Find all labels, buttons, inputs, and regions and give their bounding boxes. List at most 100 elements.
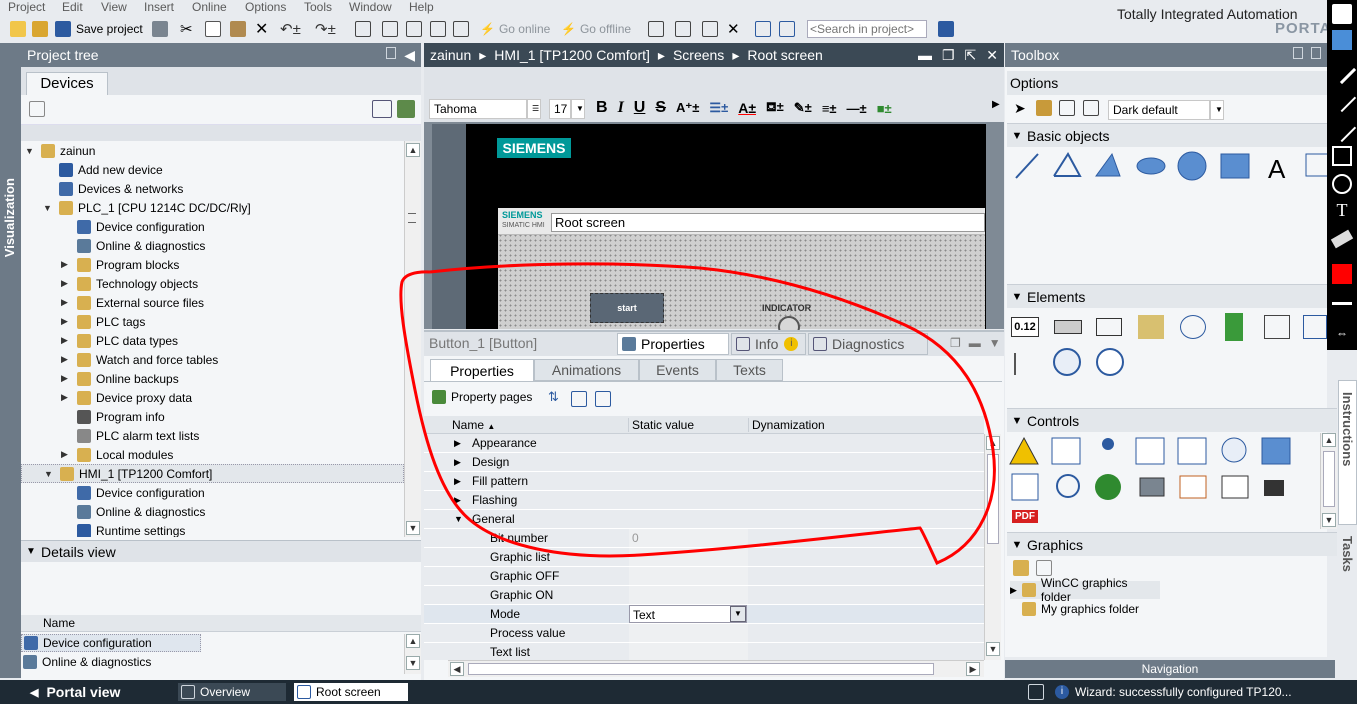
tab-properties[interactable]: Properties	[430, 359, 534, 381]
go-offline-button[interactable]: ⚡ Go offline	[561, 20, 631, 38]
expand-icon[interactable]: ▶	[61, 392, 71, 403]
taskbar-root-screen[interactable]: Root screen	[294, 683, 408, 701]
property-dynamization[interactable]	[749, 643, 984, 660]
sm-table-icon[interactable]	[1179, 475, 1207, 499]
property-value[interactable]	[629, 548, 748, 566]
property-dynamization[interactable]	[749, 491, 984, 509]
panel-pin-icon[interactable]	[1311, 47, 1321, 59]
tab-devices[interactable]: Devices	[26, 72, 108, 96]
sidetab-instructions[interactable]: Instructions	[1340, 392, 1355, 466]
property-row[interactable]: Mode Text ▼	[424, 605, 984, 624]
scroll-thumb[interactable]	[987, 454, 999, 544]
collapse-icon[interactable]: ▼	[454, 514, 463, 524]
download-icon[interactable]	[382, 21, 398, 37]
diagnostics-view-icon[interactable]	[1056, 474, 1080, 498]
tree-item[interactable]: ▶ Device proxy data	[21, 388, 404, 407]
visualization-sidetab[interactable]: Visualization	[0, 43, 21, 678]
button-element-icon[interactable]	[1054, 320, 1082, 334]
copy-icon[interactable]	[205, 21, 221, 37]
expand-icon[interactable]: ▶	[61, 354, 71, 365]
graphic-io-icon[interactable]	[1138, 315, 1164, 339]
symbol-library-icon[interactable]	[1303, 315, 1327, 339]
property-row[interactable]: Text list	[424, 643, 984, 660]
bar-icon[interactable]	[1225, 313, 1243, 341]
menu-online[interactable]: Online	[192, 0, 227, 14]
tree-item[interactable]: ▼ PLC_1 [CPU 1214C DC/DC/Rly]	[21, 198, 404, 217]
collapse-left-icon[interactable]: ◀	[404, 47, 415, 63]
tree-item[interactable]: Device configuration	[21, 483, 404, 502]
pen-icon[interactable]	[1332, 30, 1352, 50]
ellipse-tool-icon[interactable]	[1136, 157, 1166, 175]
collapse-icon[interactable]: ▼	[21, 546, 41, 557]
slider-icon[interactable]	[1014, 353, 1034, 375]
menu-edit[interactable]: Edit	[62, 0, 83, 14]
start-runtime-icon[interactable]	[453, 21, 469, 37]
property-pages-button[interactable]: Property pages	[432, 390, 532, 404]
float-icon[interactable]: ⇱	[965, 47, 977, 64]
web-browser-icon[interactable]	[1135, 437, 1165, 465]
details-scrollbar[interactable]: ▲ ▼	[404, 634, 421, 674]
plc-code-viewer-icon[interactable]	[1139, 477, 1165, 497]
property-value[interactable]	[629, 643, 748, 660]
style-select-value[interactable]: Dark default value	[1108, 100, 1210, 135]
collapse-icon[interactable]: ▼	[43, 203, 53, 213]
expand-icon[interactable]: ▶	[454, 495, 461, 506]
screen-title-field[interactable]: Root screen	[551, 213, 985, 232]
clock-icon[interactable]	[1096, 348, 1124, 376]
menu-help[interactable]: Help	[409, 0, 434, 14]
split-horizontal-icon[interactable]	[755, 21, 771, 37]
minimize-icon[interactable]: ▬	[969, 336, 981, 350]
expand-icon[interactable]: ▶	[61, 449, 71, 460]
tree-item[interactable]: Online & diagnostics	[21, 236, 404, 255]
menu-options[interactable]: Options	[245, 0, 286, 14]
simulation-icon[interactable]	[430, 21, 446, 37]
tree-scrollbar[interactable]: ▲ ▼	[404, 141, 421, 537]
restore-icon[interactable]: ❐	[950, 336, 961, 350]
graphics-folder-wincc[interactable]: ▶ WinCC graphics folder	[1010, 576, 1160, 604]
tab-texts[interactable]: Texts	[716, 359, 783, 381]
navigation-bar[interactable]: Navigation	[1005, 660, 1335, 678]
save-project-button[interactable]: Save project	[55, 20, 143, 38]
menu-window[interactable]: Window	[349, 0, 392, 14]
scroll-right-icon[interactable]: ▶	[966, 662, 980, 676]
sidetab-tasks[interactable]: Tasks	[1340, 536, 1355, 572]
paste-icon[interactable]	[230, 21, 246, 37]
tree-item[interactable]: ▶ Online backups	[21, 369, 404, 388]
taskbar-overview[interactable]: Overview	[178, 683, 286, 701]
circle-tool-icon[interactable]	[1177, 151, 1207, 181]
scroll-left-icon[interactable]: ◀	[450, 662, 464, 676]
font-grow-icon[interactable]: A⁺±	[676, 100, 699, 116]
expand-toolbar-icon[interactable]: ⇔	[1332, 326, 1352, 346]
menu-insert[interactable]: Insert	[144, 0, 174, 14]
section-elements[interactable]: ▼ Elements	[1007, 284, 1337, 308]
expand-all-icon[interactable]	[571, 391, 587, 407]
polyline-tool-icon[interactable]	[1053, 152, 1082, 177]
tree-item[interactable]: Devices & networks	[21, 179, 404, 198]
rect-draw-icon[interactable]	[1332, 146, 1352, 166]
breadcrumb-item[interactable]: Root screen	[747, 47, 822, 63]
split-vertical-icon[interactable]	[779, 21, 795, 37]
tab-animations[interactable]: Animations	[534, 359, 639, 381]
tree-item[interactable]: Program info	[21, 407, 404, 426]
property-dynamization[interactable]	[749, 548, 984, 566]
cursor-icon[interactable]	[1332, 4, 1352, 24]
properties-scrollbar[interactable]: ▲ ▼	[984, 434, 1001, 660]
graphics-folder-my[interactable]: My graphics folder	[1022, 600, 1139, 618]
expand-icon[interactable]: ▶	[454, 457, 461, 468]
expand-icon[interactable]: ▶	[454, 476, 461, 487]
rectangle-tool-icon[interactable]	[1220, 153, 1250, 179]
search-go-icon[interactable]	[938, 21, 954, 37]
upload-icon[interactable]	[406, 21, 422, 37]
property-dynamization[interactable]	[749, 624, 984, 642]
tree-item[interactable]: ▶ Watch and force tables	[21, 350, 404, 369]
alarm-view-icon[interactable]	[1009, 436, 1039, 465]
redo-icon[interactable]: ↷±	[315, 20, 336, 38]
property-dynamization[interactable]	[749, 472, 984, 490]
polygon-tool-icon[interactable]	[1095, 152, 1121, 177]
property-dynamization[interactable]	[749, 605, 984, 623]
strikethrough-icon[interactable]: S	[655, 99, 666, 117]
breadcrumb-item[interactable]: HMI_1 [TP1200 Comfort]	[494, 47, 650, 63]
breadcrumb-item[interactable]: zainun	[430, 47, 471, 63]
font-size-select[interactable]: 17 ▼	[549, 99, 585, 119]
font-list-icon[interactable]: ☰	[527, 99, 541, 119]
